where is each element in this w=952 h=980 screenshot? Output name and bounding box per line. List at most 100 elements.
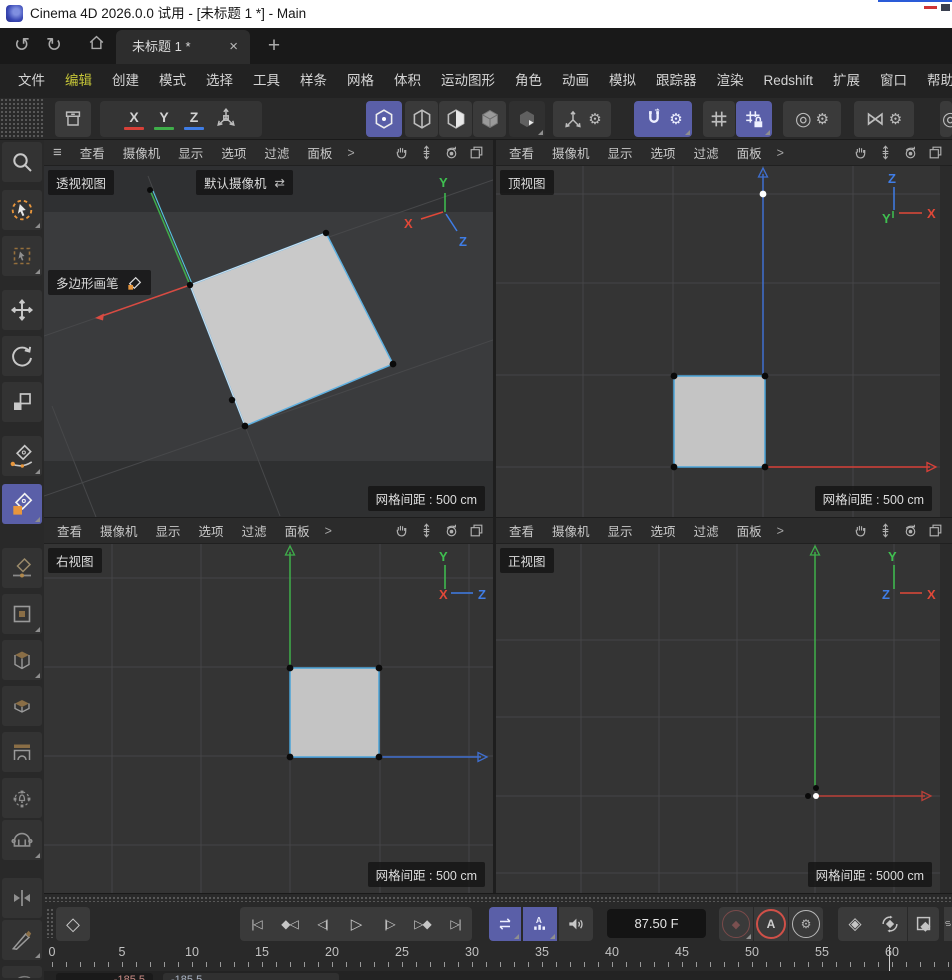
mode-polygons-button[interactable] bbox=[439, 101, 472, 137]
viewport-menu-chevron[interactable]: > bbox=[771, 524, 790, 538]
menu-item-16[interactable]: 扩展 bbox=[823, 64, 870, 98]
target-circles-icon[interactable]: ◎ bbox=[795, 108, 812, 131]
next-frame-button[interactable]: |▷ bbox=[373, 907, 406, 941]
viewport-menu-item-2[interactable]: 显示 bbox=[147, 521, 190, 540]
mode-object-button[interactable] bbox=[509, 101, 545, 137]
viewport-menu-item-5[interactable]: 面板 bbox=[276, 521, 319, 540]
previous-frame-button[interactable]: ◁| bbox=[306, 907, 339, 941]
bridge-tool-button[interactable] bbox=[2, 732, 42, 772]
zoom-icon[interactable] bbox=[418, 144, 435, 161]
goto-end-button[interactable]: ▷| bbox=[439, 907, 472, 941]
menu-item-14[interactable]: 渲染 bbox=[707, 64, 754, 98]
viewport-menu-item-2[interactable]: 显示 bbox=[169, 143, 212, 162]
menu-item-8[interactable]: 体积 bbox=[384, 64, 431, 98]
menu-item-1[interactable]: 编辑 bbox=[55, 64, 102, 98]
right-panel-handle[interactable] bbox=[940, 544, 952, 893]
redo-icon[interactable]: ↻ bbox=[42, 34, 66, 58]
new-tab-button[interactable]: + bbox=[262, 34, 286, 58]
camera-swap-icon[interactable]: ⇄ bbox=[275, 175, 285, 190]
viewport-front-canvas[interactable]: Y Z X 正视图 网格间距 : 5000 cm bbox=[496, 544, 940, 893]
viewport-menu-chevron[interactable]: > bbox=[319, 524, 338, 538]
axis-settings-gear-icon[interactable]: ⚙ bbox=[588, 110, 601, 128]
zoom-icon[interactable] bbox=[418, 522, 435, 539]
toolbar-clipped-button[interactable]: ◎ bbox=[940, 101, 952, 137]
viewport-perspective-canvas[interactable]: Y X Z 透视视图 默认摄像机 ⇄ 多边形画笔 网格间距 : 500 cm bbox=[44, 166, 493, 517]
viewport-menu-item-0[interactable]: 查看 bbox=[71, 143, 114, 162]
play-button[interactable]: ▷ bbox=[339, 907, 373, 941]
clipped-anim-button[interactable] bbox=[944, 907, 952, 941]
move-tool-button[interactable] bbox=[2, 290, 42, 330]
orbit-icon[interactable] bbox=[902, 522, 919, 539]
grid-lock-button[interactable] bbox=[736, 101, 772, 137]
viewport-layout-menu-icon[interactable]: ≡ bbox=[44, 144, 71, 161]
viewport-menu-item-0[interactable]: 查看 bbox=[500, 143, 543, 162]
loop-mode-button[interactable] bbox=[489, 907, 521, 941]
viewport-menu-item-5[interactable]: 面板 bbox=[298, 143, 341, 162]
pan-hand-icon[interactable] bbox=[852, 522, 869, 539]
mode-model-button[interactable] bbox=[473, 101, 506, 137]
viewport-menu-item-1[interactable]: 摄像机 bbox=[114, 143, 170, 162]
content-browser-button[interactable] bbox=[55, 101, 91, 137]
viewport-menu-chevron[interactable]: > bbox=[771, 146, 790, 160]
range-value-field[interactable]: -185.5 bbox=[163, 973, 339, 980]
pan-hand-icon[interactable] bbox=[852, 144, 869, 161]
mirror-tool-button[interactable] bbox=[2, 878, 42, 918]
menu-item-15[interactable]: Redshift bbox=[754, 64, 824, 98]
brush-tool-button[interactable] bbox=[2, 820, 42, 860]
zoom-icon[interactable] bbox=[877, 522, 894, 539]
magnet-cage-tool-button[interactable] bbox=[2, 778, 42, 818]
menu-item-6[interactable]: 样条 bbox=[290, 64, 337, 98]
range-start-field[interactable]: -185.5 bbox=[56, 973, 153, 980]
pan-hand-icon[interactable] bbox=[393, 144, 410, 161]
polygon-pen-tool-button[interactable] bbox=[2, 484, 42, 524]
key-position-button[interactable]: ◈ bbox=[838, 907, 872, 941]
keying-settings-button[interactable]: ⚙ bbox=[789, 907, 823, 941]
camera-chip[interactable]: 默认摄像机 ⇄ bbox=[196, 170, 293, 195]
modeling-gear-icon[interactable]: ⚙ bbox=[816, 110, 829, 128]
key-scale-button[interactable] bbox=[908, 907, 939, 941]
live-selection-tool-button[interactable] bbox=[2, 190, 42, 230]
viewport-menu-item-2[interactable]: 显示 bbox=[599, 521, 642, 540]
bevel-tool-button[interactable] bbox=[2, 686, 42, 726]
menu-item-2[interactable]: 创建 bbox=[102, 64, 149, 98]
viewport-splitter[interactable] bbox=[493, 140, 496, 893]
home-icon[interactable] bbox=[84, 33, 108, 57]
maximize-viewport-icon[interactable] bbox=[927, 522, 944, 539]
extrude-tool-button[interactable] bbox=[2, 640, 42, 680]
menu-item-18[interactable]: 帮助 bbox=[917, 64, 952, 98]
menu-item-9[interactable]: 运动图形 bbox=[431, 64, 505, 98]
grid-button[interactable] bbox=[703, 101, 735, 137]
modeling-settings-group[interactable]: ◎ ⚙ bbox=[783, 101, 841, 137]
menu-item-12[interactable]: 模拟 bbox=[599, 64, 646, 98]
scale-tool-button[interactable] bbox=[2, 382, 42, 422]
viewport-menu-item-1[interactable]: 摄像机 bbox=[91, 521, 147, 540]
orbit-icon[interactable] bbox=[443, 522, 460, 539]
viewport-menu-item-4[interactable]: 过滤 bbox=[233, 521, 276, 540]
viewport-menu-chevron[interactable]: > bbox=[341, 146, 360, 160]
next-key-button[interactable]: ▷◆ bbox=[406, 907, 439, 941]
undo-icon[interactable]: ↺ bbox=[10, 34, 34, 58]
symmetry-group[interactable]: ⋈ ⚙ bbox=[854, 101, 914, 137]
axis-lock-x[interactable]: X bbox=[124, 109, 144, 130]
world-axis-icon[interactable] bbox=[214, 105, 238, 134]
rectangle-selection-tool-button[interactable] bbox=[2, 236, 42, 276]
goto-start-button[interactable]: |◁ bbox=[240, 907, 273, 941]
axis-lock-z[interactable]: Z bbox=[184, 109, 204, 130]
axis-lock-y[interactable]: Y bbox=[154, 109, 174, 130]
tab-close-icon[interactable]: × bbox=[229, 30, 238, 64]
bottombar-handle[interactable] bbox=[44, 896, 952, 902]
viewport-menu-item-1[interactable]: 摄像机 bbox=[543, 143, 599, 162]
spline-pen-tool-button[interactable] bbox=[2, 436, 42, 476]
viewport-menu-item-5[interactable]: 面板 bbox=[728, 521, 771, 540]
menu-item-10[interactable]: 角色 bbox=[505, 64, 552, 98]
previous-key-button[interactable]: ◆◁ bbox=[273, 907, 306, 941]
symmetry-butterfly-icon[interactable]: ⋈ bbox=[866, 108, 885, 131]
viewport-menu-item-3[interactable]: 选项 bbox=[212, 143, 255, 162]
menu-item-5[interactable]: 工具 bbox=[243, 64, 290, 98]
symmetry-gear-icon[interactable]: ⚙ bbox=[889, 110, 902, 128]
menu-item-7[interactable]: 网格 bbox=[337, 64, 384, 98]
viewport-menu-item-5[interactable]: 面板 bbox=[728, 143, 771, 162]
keyframe-drag-handle[interactable] bbox=[46, 908, 53, 938]
zoom-icon[interactable] bbox=[877, 144, 894, 161]
autokey-display-button[interactable]: A bbox=[523, 907, 557, 941]
